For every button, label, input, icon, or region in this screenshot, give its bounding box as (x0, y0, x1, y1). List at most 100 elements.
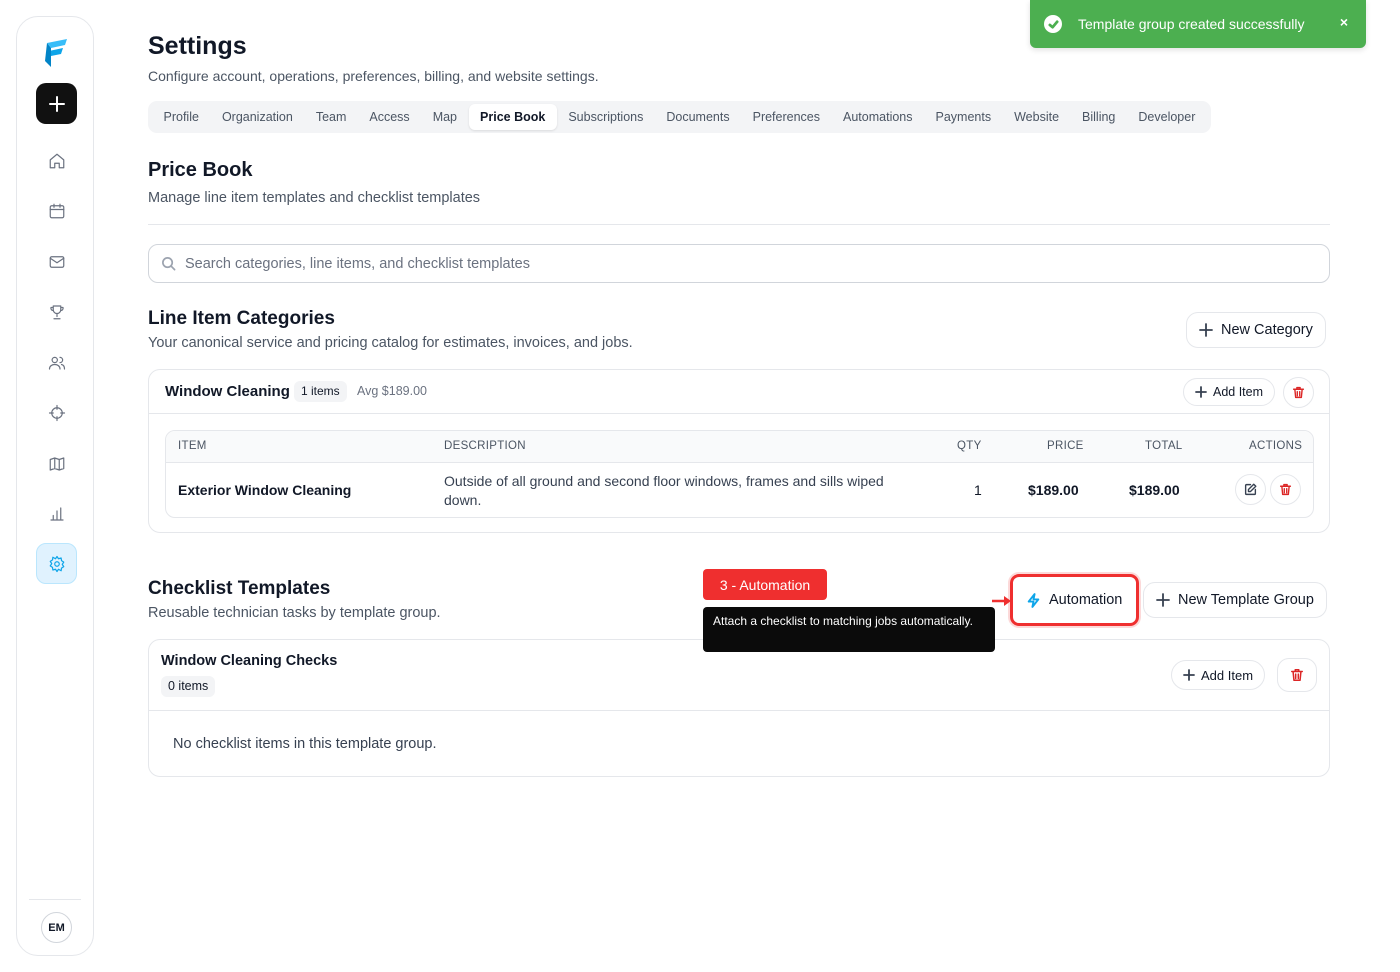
add-item-label: Add Item (1201, 667, 1254, 683)
tab-documents[interactable]: Documents (655, 104, 741, 130)
nav-calendar[interactable] (36, 190, 77, 231)
tab-billing[interactable]: Billing (1071, 104, 1127, 130)
users-icon (48, 356, 65, 370)
edit-icon (1244, 483, 1257, 496)
plus-icon (1199, 323, 1213, 337)
add-checklist-item-button[interactable]: Add Item (1171, 660, 1266, 690)
price-book-title: Price Book (148, 159, 253, 181)
settings-tabs: Profile Organization Team Access Map Pri… (148, 101, 1211, 133)
arrow-right-icon (992, 596, 1011, 606)
edit-line-item-button[interactable] (1235, 474, 1266, 505)
nav-dispatch[interactable] (36, 392, 77, 433)
annotation-label: 3 - Automation (703, 569, 827, 600)
new-category-button[interactable]: New Category (1186, 312, 1326, 348)
nav-customers[interactable] (36, 342, 77, 383)
tab-access[interactable]: Access (358, 104, 421, 130)
sidebar: EM (16, 16, 94, 956)
item-count-badge: 1 items (294, 381, 347, 402)
trash-icon (1292, 386, 1305, 399)
empty-checklist-message: No checklist items in this template grou… (173, 736, 437, 752)
search-icon (162, 257, 176, 271)
new-template-group-button[interactable]: New Template Group (1143, 582, 1327, 618)
line-item-description: Outside of all ground and second floor w… (444, 473, 884, 508)
nav-rewards[interactable] (36, 291, 77, 332)
tab-subscriptions[interactable]: Subscriptions (557, 104, 655, 130)
sidebar-divider (29, 899, 81, 900)
plus-icon (1195, 386, 1207, 398)
trophy-icon (49, 304, 64, 319)
category-card: Window Cleaning 1 items Avg $189.00 Add … (148, 369, 1330, 533)
success-toast: Template group created successfully × (1030, 0, 1366, 48)
check-circle-icon (1044, 15, 1062, 33)
card-divider (149, 413, 1329, 414)
home-icon (49, 153, 64, 168)
create-new-button[interactable] (36, 83, 77, 124)
column-header-qty: QTY (957, 440, 982, 452)
calendar-icon (49, 203, 64, 218)
tab-organization[interactable]: Organization (210, 104, 304, 130)
annotation-highlight (1010, 574, 1139, 626)
checklist-count-badge: 0 items (161, 676, 216, 697)
tab-profile[interactable]: Profile (152, 104, 210, 130)
tab-team[interactable]: Team (304, 104, 358, 130)
search-input[interactable] (185, 255, 1085, 272)
crosshair-icon (48, 404, 65, 421)
page-subtitle: Configure account, operations, preferenc… (148, 68, 599, 84)
line-item-price: $189.00 (1028, 482, 1079, 498)
column-header-description: DESCRIPTION (444, 440, 526, 452)
tab-developer[interactable]: Developer (1127, 104, 1207, 130)
new-category-label: New Category (1221, 322, 1313, 338)
line-item-qty: 1 (974, 482, 982, 498)
card-divider (149, 710, 1329, 711)
automation-tooltip: Attach a checklist to matching jobs auto… (703, 607, 995, 652)
trash-icon (1291, 669, 1303, 681)
line-item-total: $189.00 (1129, 482, 1180, 498)
nav-messages[interactable] (36, 241, 77, 282)
line-items-table: ITEM DESCRIPTION QTY PRICE TOTAL ACTIONS… (165, 430, 1314, 518)
column-header-item: ITEM (178, 440, 207, 452)
tab-automations[interactable]: Automations (832, 104, 924, 130)
nav-home[interactable] (36, 140, 77, 181)
column-header-actions: ACTIONS (1249, 440, 1303, 452)
tab-price-book[interactable]: Price Book (468, 104, 557, 130)
price-book-subtitle: Manage line item templates and checklist… (148, 190, 481, 206)
nav-settings[interactable] (36, 543, 77, 584)
delete-template-group-button[interactable] (1277, 658, 1317, 692)
user-avatar[interactable]: EM (41, 912, 72, 943)
line-item-categories-subtitle: Your canonical service and pricing catal… (148, 335, 633, 351)
tab-map[interactable]: Map (421, 104, 468, 130)
toast-message: Template group created successfully (1078, 16, 1305, 32)
trash-icon (1279, 483, 1292, 496)
checklist-templates-title: Checklist Templates (148, 578, 331, 599)
plus-icon (48, 95, 65, 112)
map-icon (49, 456, 64, 471)
checklist-templates-subtitle: Reusable technician tasks by template gr… (148, 605, 441, 621)
gear-icon (49, 555, 64, 572)
table-header: ITEM DESCRIPTION QTY PRICE TOTAL ACTIONS (166, 431, 1313, 463)
new-template-group-label: New Template Group (1178, 592, 1314, 608)
line-item-name: Exterior Window Cleaning (178, 482, 352, 498)
category-average: Avg $189.00 (357, 384, 427, 398)
tab-preferences[interactable]: Preferences (741, 104, 831, 130)
column-header-price: PRICE (1047, 440, 1084, 452)
price-book-search[interactable] (148, 244, 1330, 283)
column-header-total: TOTAL (1145, 440, 1183, 452)
category-name: Window Cleaning (165, 383, 290, 400)
nav-reports[interactable] (36, 493, 77, 534)
template-group-card: Window Cleaning Checks 0 items Add Item … (148, 639, 1330, 777)
section-divider (148, 224, 1330, 225)
tab-payments[interactable]: Payments (924, 104, 1003, 130)
mail-icon (49, 255, 64, 268)
nav-map[interactable] (36, 443, 77, 484)
add-item-label: Add Item (1213, 385, 1264, 399)
line-item-categories-title: Line Item Categories (148, 308, 335, 329)
delete-line-item-button[interactable] (1270, 474, 1301, 505)
template-group-name: Window Cleaning Checks (161, 653, 338, 669)
tab-website[interactable]: Website (1003, 104, 1071, 130)
app-logo[interactable] (41, 37, 71, 69)
add-line-item-button[interactable]: Add Item (1183, 378, 1276, 406)
page-title: Settings (148, 32, 247, 60)
delete-category-button[interactable] (1283, 377, 1314, 408)
toast-close-button[interactable]: × (1340, 14, 1348, 30)
plus-icon (1183, 669, 1195, 681)
